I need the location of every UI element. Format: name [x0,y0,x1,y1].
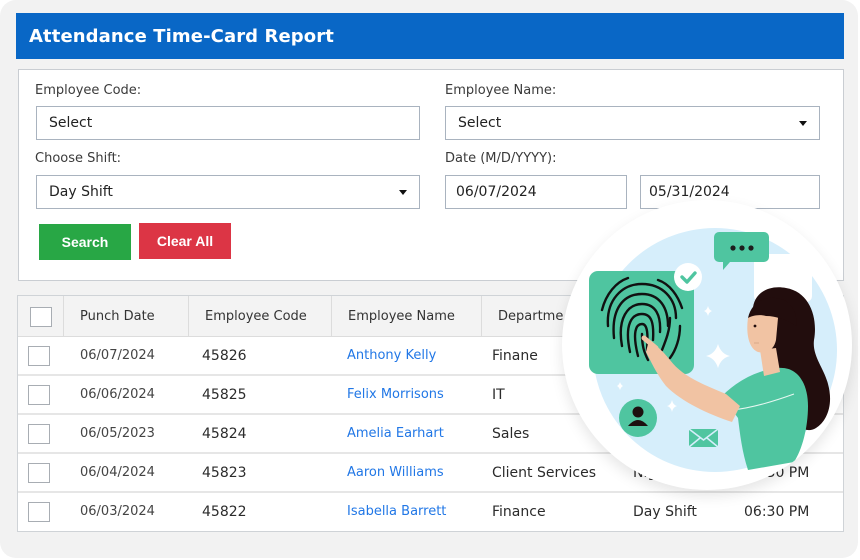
row-checkbox-cell [28,376,50,413]
time-cell: 06:30 PM [744,503,810,520]
chevron-down-icon [399,190,407,195]
employee-name-value: Select [458,115,502,131]
row-checkbox[interactable] [28,384,50,405]
row-checkbox-cell [28,337,50,374]
fingerprint-scan-illustration [589,228,837,472]
employee-code-select[interactable]: Select [36,106,420,140]
employee-code-cell: 45824 [202,425,247,442]
page-background: Attendance Time-Card Report Employee Cod… [0,0,858,558]
department-cell: Client Services [492,464,597,481]
employee-name-link[interactable]: Anthony Kelly [347,337,436,374]
punch-date-cell: 06/04/2024 [80,465,155,480]
user-icon [619,399,657,437]
shift-cell: Day Shift [633,503,697,520]
mail-icon [688,428,719,448]
clear-all-button[interactable]: Clear All [139,223,231,259]
employee-name-select[interactable]: Select [445,106,820,140]
date-to-value: 05/31/2024 [649,184,730,200]
row-checkbox[interactable] [28,423,50,444]
chevron-down-icon [799,121,807,126]
column-header-employee-name[interactable]: Employee Name [331,296,481,337]
check-icon [674,263,702,291]
employee-name-link[interactable]: Amelia Earhart [347,415,444,452]
select-all-checkbox[interactable] [29,306,52,327]
employee-name-link[interactable]: Felix Morrisons [347,376,444,413]
row-checkbox[interactable] [28,501,50,522]
date-label: Date (M/D/YYYY): [445,151,557,166]
department-cell: Sales [492,425,530,442]
punch-date-cell: 06/06/2024 [80,387,155,402]
table-row[interactable]: 06/03/2024 45822 Isabella Barrett Finance Da… [18,493,843,532]
punch-date-cell: 06/07/2024 [80,348,155,363]
department-cell: IT [492,386,505,403]
shift-select[interactable]: Day Shift [36,175,420,209]
row-checkbox-cell [28,493,50,530]
employee-code-cell: 45826 [202,347,247,364]
page-title: Attendance Time-Card Report [29,25,334,47]
employee-code-label: Employee Code: [35,83,142,98]
employee-code-cell: 45822 [202,503,247,520]
employee-code-cell: 45825 [202,386,247,403]
shift-label: Choose Shift: [35,151,122,166]
row-checkbox[interactable] [28,462,50,483]
row-checkbox-cell [28,415,50,452]
department-cell: Finane [492,347,538,364]
date-from-value: 06/07/2024 [456,184,537,200]
shift-value: Day Shift [49,184,113,200]
select-all-cell [18,296,63,337]
punch-date-cell: 06/05/2023 [80,426,155,441]
employee-name-label: Employee Name: [445,83,557,98]
date-from-input[interactable]: 06/07/2024 [445,175,627,209]
row-checkbox-cell [28,454,50,491]
column-header-punch-date[interactable]: Punch Date [63,296,188,337]
search-button[interactable]: Search [39,224,131,260]
row-checkbox[interactable] [28,345,50,366]
employee-name-link[interactable]: Isabella Barrett [347,493,446,530]
employee-code-value: Select [49,115,93,131]
employee-code-cell: 45823 [202,464,247,481]
department-cell: Finance [492,503,546,520]
biometric-illustration [562,200,852,490]
employee-name-link[interactable]: Aaron Williams [347,454,444,491]
punch-date-cell: 06/03/2024 [80,504,155,519]
page-title-bar: Attendance Time-Card Report [16,13,844,59]
column-header-employee-code[interactable]: Employee Code [188,296,331,337]
